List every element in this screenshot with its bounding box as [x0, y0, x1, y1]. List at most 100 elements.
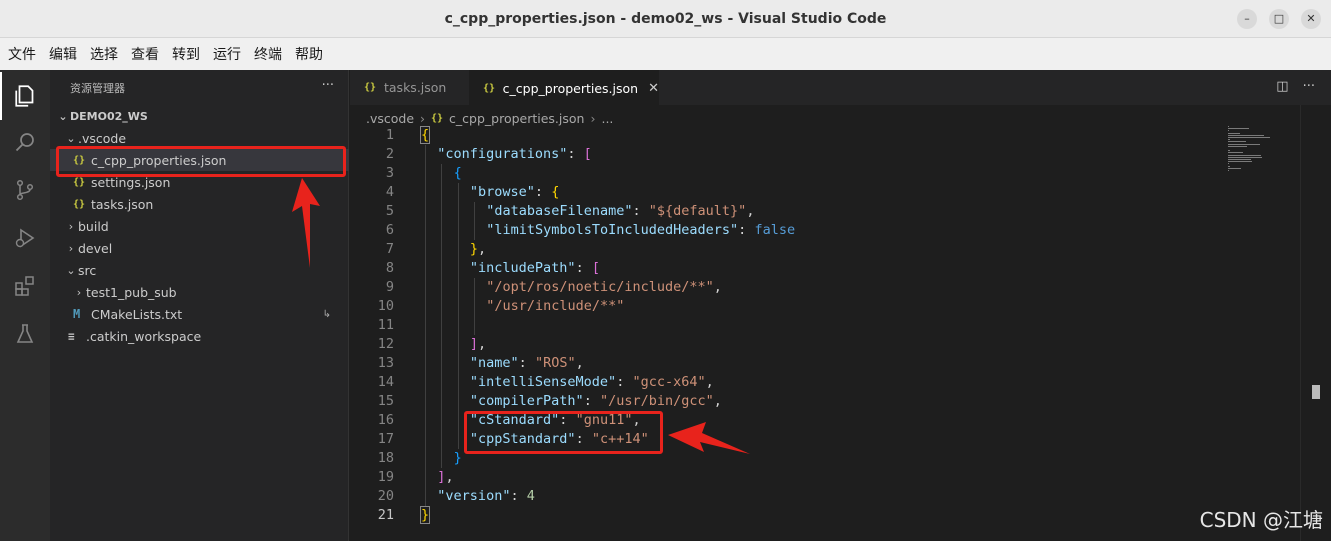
code-text: "intelliSenseMode": "gcc-x64",	[469, 374, 714, 390]
code-editor[interactable]: 1{2 "configurations": [3{4 "browse": { 5 "da…	[350, 126, 1210, 525]
code-line[interactable]: 5 "databaseFilename": "${default}",	[350, 202, 1210, 221]
code-line[interactable]: 1{	[350, 126, 1210, 145]
workspace-root[interactable]: ⌄ DEMO02_WS	[50, 105, 349, 127]
line-number: 5	[385, 203, 394, 219]
scrollbar-marker[interactable]	[1312, 385, 1320, 399]
minimap-line	[1228, 152, 1244, 154]
chevron-right-icon: ›	[76, 285, 82, 299]
window-title: c_cpp_properties.json - demo02_ws - Visu…	[444, 11, 887, 27]
minimap-line	[1228, 139, 1231, 141]
code-text: "browse": {	[469, 184, 560, 200]
explorer-more-actions[interactable]: ···	[322, 78, 334, 93]
minimap-line	[1228, 130, 1230, 132]
line-number: 17	[377, 431, 394, 447]
code-text: "compilerPath": "/usr/bin/gcc",	[469, 393, 722, 409]
code-line[interactable]: 13 "name": "ROS",	[350, 354, 1210, 373]
code-text: "name": "ROS",	[469, 355, 584, 371]
tree-folder-test1-pub-sub[interactable]: › test1_pub_sub	[50, 281, 349, 303]
code-text: },	[469, 241, 487, 257]
tab-bar: {} tasks.json {} c_cpp_properties.json ✕…	[350, 70, 1331, 105]
minimap-line	[1228, 128, 1249, 130]
breadcrumb-separator: ›	[420, 110, 426, 126]
code-line[interactable]: 10 "/usr/include/**"	[350, 297, 1210, 316]
json-file-icon: {}	[73, 198, 86, 210]
tab-tasks-json[interactable]: {} tasks.json	[350, 70, 468, 105]
tab-c-cpp-properties[interactable]: {} c_cpp_properties.json ✕	[469, 70, 659, 105]
tree-item-label: tasks.json	[91, 196, 154, 212]
line-number: 4	[385, 184, 394, 200]
code-line[interactable]: 4 "browse": {	[350, 183, 1210, 202]
minimap-line	[1228, 150, 1231, 152]
run-debug-icon[interactable]	[0, 214, 50, 262]
minimap[interactable]	[1222, 126, 1282, 176]
menu-run[interactable]: 运行	[213, 44, 241, 64]
minimize-button[interactable]: –	[1237, 9, 1257, 29]
breadcrumb-file[interactable]: c_cpp_properties.json	[449, 111, 584, 126]
menu-file[interactable]: 文件	[8, 44, 36, 64]
minimap-line	[1228, 154, 1261, 156]
code-text: ],	[437, 469, 454, 485]
code-text: }	[419, 506, 431, 524]
line-number: 16	[377, 412, 394, 428]
code-line[interactable]: 21}	[350, 506, 1210, 525]
line-number: 12	[377, 336, 394, 352]
close-window-button[interactable]: ✕	[1301, 9, 1321, 29]
line-number: 20	[377, 488, 394, 504]
menu-terminal[interactable]: 终端	[254, 44, 282, 64]
more-actions-icon[interactable]: ···	[1303, 79, 1315, 94]
tree-item-label: devel	[78, 240, 113, 256]
tab-label: tasks.json	[384, 80, 447, 95]
minimap-line	[1228, 163, 1230, 165]
menu-selection[interactable]: 选择	[90, 44, 118, 64]
code-text: "databaseFilename": "${default}",	[486, 203, 755, 219]
extensions-icon[interactable]	[0, 262, 50, 310]
breadcrumb-folder[interactable]: .vscode	[366, 111, 414, 126]
tree-file-catkin-workspace[interactable]: ≡ .catkin_workspace	[50, 325, 349, 347]
code-line[interactable]: 12],	[350, 335, 1210, 354]
workspace-label: DEMO02_WS	[70, 109, 148, 123]
code-line[interactable]: 14 "intelliSenseMode": "gcc-x64",	[350, 373, 1210, 392]
close-tab-icon[interactable]: ✕	[648, 81, 659, 96]
source-control-icon[interactable]	[0, 166, 50, 214]
code-line[interactable]: 9 "/opt/ros/noetic/include/**",	[350, 278, 1210, 297]
code-line[interactable]: 7},	[350, 240, 1210, 259]
tree-file-cmakelists[interactable]: M CMakeLists.txt ↳	[50, 303, 349, 325]
watermark: CSDN @江塘	[1199, 508, 1323, 532]
maximize-button[interactable]: □	[1269, 9, 1289, 29]
line-number: 15	[377, 393, 394, 409]
code-line[interactable]: 3{	[350, 164, 1210, 183]
code-line[interactable]: 6 "limitSymbolsToIncludedHeaders": false	[350, 221, 1210, 240]
code-line[interactable]: 19],	[350, 468, 1210, 487]
code-line[interactable]: 11	[350, 316, 1210, 335]
menu-edit[interactable]: 编辑	[49, 44, 77, 64]
menu-help[interactable]: 帮助	[295, 44, 323, 64]
menu-go[interactable]: 转到	[172, 44, 200, 64]
code-line[interactable]: 15 "compilerPath": "/usr/bin/gcc",	[350, 392, 1210, 411]
split-editor-icon[interactable]: ◫	[1276, 79, 1288, 94]
code-line[interactable]: 8 "includePath": [	[350, 259, 1210, 278]
code-text: "configurations": [	[437, 146, 592, 162]
code-text: {	[419, 126, 431, 144]
code-text: "limitSymbolsToIncludedHeaders": false	[486, 222, 796, 238]
line-number: 6	[385, 222, 394, 238]
menu-view[interactable]: 查看	[131, 44, 159, 64]
line-number: 10	[377, 298, 394, 314]
minimap-line	[1228, 132, 1241, 134]
minimap-line	[1228, 141, 1246, 143]
breadcrumb: .vscode › {} c_cpp_properties.json › ...	[366, 108, 613, 128]
minimap-line	[1228, 165, 1231, 167]
line-number: 19	[377, 469, 394, 485]
line-number: 18	[377, 450, 394, 466]
code-line[interactable]: 20 "version": 4	[350, 487, 1210, 506]
search-icon[interactable]	[0, 118, 50, 166]
breadcrumb-separator: ›	[590, 110, 596, 126]
breadcrumb-more[interactable]: ...	[601, 111, 613, 126]
tree-item-label: src	[78, 262, 97, 278]
explorer-icon[interactable]	[0, 72, 50, 120]
minimap-line	[1228, 145, 1247, 147]
minimap-line	[1228, 170, 1230, 171]
testing-icon[interactable]	[0, 310, 50, 358]
code-text: "/usr/include/**"	[486, 298, 625, 314]
code-line[interactable]: 2 "configurations": [	[350, 145, 1210, 164]
line-number: 7	[385, 241, 394, 257]
